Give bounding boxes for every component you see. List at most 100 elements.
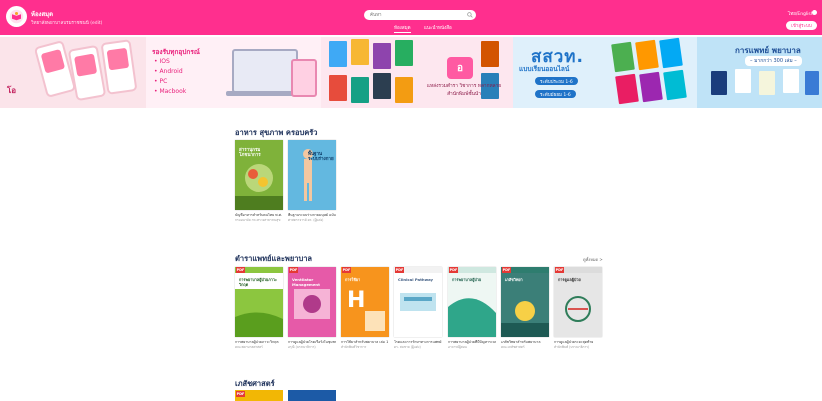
ipst-primary-pill: ระดับประถม 1-6 <box>535 77 578 85</box>
book-cover[interactable]: PDF <box>235 390 283 401</box>
publisher-logo-icon: อ <box>447 57 473 79</box>
book-title[interactable]: การดูแลผู้ป่วยโรคเรื้อรังในชุมชน <box>288 340 336 345</box>
phone-image <box>100 39 138 95</box>
book-cover-title: การใช้ยา <box>345 277 361 282</box>
book-cover[interactable]: สารานุกรมโภชนาการ <box>235 140 283 210</box>
banner-carousel[interactable]: โอ รองรับทุกอุปกรณ์ • IOS • Android • PC… <box>0 37 822 108</box>
book-thumb <box>659 37 683 69</box>
book-cover[interactable]: PDF การดูแลผู้ป่วย <box>554 267 602 337</box>
book-thumb <box>373 73 391 99</box>
book-title[interactable]: พื้นฐานระบบร่างกายมนุษย์ ฉบับปรับปรุงใหม… <box>288 213 336 218</box>
book-thumb <box>735 69 751 93</box>
nav-recommended[interactable]: แนะนำหนังสือ <box>424 24 452 31</box>
book-title[interactable]: บัญชีอาหารสำหรับคนไทย พ.ศ. 2564 <box>235 213 283 218</box>
book-title[interactable]: การพยาบาลผู้ป่วยภาวะวิกฤต <box>235 340 283 345</box>
book-title[interactable]: โรคและการรักษาทางการแพทย์ (SPT) 2 <box>394 340 442 345</box>
language-switch[interactable]: ไทย/English <box>788 10 814 17</box>
book-cover[interactable]: พื้นฐาน ระบบร่างกาย <box>288 140 336 210</box>
banner-slide-medical[interactable]: การแพทย์ พยาบาล – มากกว่า 300 เล่ม – <box>697 37 822 108</box>
banner-slide-app[interactable]: โอ <box>0 37 146 108</box>
book-cover-title: Clinical Pathway <box>398 277 434 282</box>
nav-library[interactable]: ห้องสมุด <box>394 24 411 33</box>
book-author: อาจารย์ผู้สอน <box>448 344 467 349</box>
book-card[interactable]: พื้นฐาน ระบบร่างกาย พื้นฐานระบบร่างกายมน… <box>288 140 336 222</box>
book-thumb <box>351 39 369 65</box>
device-item-android: • Android <box>154 68 183 75</box>
book-thumb <box>639 71 663 103</box>
device-item-ios: • IOS <box>154 58 170 65</box>
device-item-pc: • PC <box>154 78 168 85</box>
brand-subtitle: วิทยาลัยพยาบาลบรมราชชนนี (edit) <box>31 21 103 26</box>
section-title-medical-nursing: ตำราแพทย์และพยาบาล <box>235 254 313 263</box>
cover-art-icon <box>288 140 336 210</box>
search-icon[interactable] <box>467 12 473 18</box>
book-thumb <box>329 41 347 67</box>
device-item-macbook: • Macbook <box>154 88 187 95</box>
book-thumb <box>611 41 635 73</box>
pdf-badge: PDF <box>236 391 245 397</box>
laptop-image <box>232 49 298 93</box>
book-title[interactable]: การใช้ยาสำหรับพยาบาล เล่ม 1 <box>341 340 389 345</box>
book-thumb <box>481 41 499 67</box>
book-author: สำนักพิมพ์วิชาการ <box>341 344 367 349</box>
book-author: ศาสตราจารย์ ดร. (ผู้แต่ง) <box>288 217 324 222</box>
book-author: สำนักพิมพ์ (บรรณาธิการ) <box>554 344 590 349</box>
cover-art-icon <box>235 164 283 210</box>
book-cover[interactable]: PDF การพยาบาลผู้ป่วย <box>448 267 496 337</box>
banner-ipst-subtitle: แบบเรียนออนไลน์ <box>519 65 570 73</box>
book-cover[interactable] <box>288 390 336 401</box>
book-cover-title: เภสัชวิทยา <box>505 277 523 282</box>
book-thumb <box>635 39 659 71</box>
book-card[interactable]: PDF Ventilator Management การดูแลผู้ป่วย… <box>288 267 336 349</box>
book-card[interactable]: PDF การพยาบาลผู้ป่วย การพยาบาลผู้ป่วยที่… <box>448 267 496 349</box>
book-thumb <box>395 77 413 103</box>
book-cover[interactable]: PDF Clinical Pathway <box>394 267 442 337</box>
book-thumb <box>373 43 391 69</box>
book-cover-title: พื้นฐาน ระบบร่างกาย <box>308 152 334 162</box>
phone-image <box>67 44 107 102</box>
book-cover-title: การพยาบาลผู้ป่วย <box>452 277 482 282</box>
book-cover[interactable]: PDF เภสัชวิทยา <box>501 267 549 337</box>
brand-name: ห้องสมุด <box>31 11 54 18</box>
banner-slide-text: โอ <box>7 86 17 95</box>
book-card[interactable]: PDF เภสัชวิทยา เภสัชวิทยาสำหรับพยาบาล คณ… <box>501 267 549 349</box>
svg-text:H: H <box>347 288 365 313</box>
book-thumb <box>663 69 687 101</box>
book-author: ดร. สมชาย (ผู้แต่ง) <box>394 344 421 349</box>
see-all-link[interactable]: ดูทั้งหมด > <box>583 256 603 263</box>
book-card[interactable]: PDF H การใช้ยา การใช้ยาสำหรับพยาบาล เล่ม… <box>341 267 389 349</box>
book-cover[interactable]: PDF Ventilator Management <box>288 267 336 337</box>
banner-slide-devices[interactable]: รองรับทุกอุปกรณ์ • IOS • Android • PC • … <box>146 37 321 108</box>
login-button[interactable]: เข้าสู่ระบบ <box>786 21 817 30</box>
book-author: กรมอนามัย กระทรวงสาธารณสุข <box>235 217 281 222</box>
phone-image <box>33 40 77 98</box>
banner-slide-publishers[interactable]: อ แหล่งรวมตำรา วิชาการ หลากหลายสำนักพิมพ… <box>321 37 513 108</box>
section-title-pharmacy: เภสัชศาสตร์ <box>235 379 275 388</box>
book-author: คณะพยาบาลศาสตร์ <box>235 344 263 349</box>
book-thumb <box>759 71 775 95</box>
banner-slide-ipst[interactable]: สสวท. แบบเรียนออนไลน์ ระดับประถม 1-6 ระด… <box>513 37 697 108</box>
book-thumb <box>351 77 369 103</box>
book-card[interactable]: PDF Clinical Pathway โรคและการรักษาทางกา… <box>394 267 442 349</box>
top-bar: ห้องสมุด วิทยาลัยพยาบาลบรมราชชนนี (edit)… <box>0 0 822 35</box>
book-thumb <box>805 71 819 95</box>
book-thumb <box>329 75 347 101</box>
tablet-image <box>291 59 317 97</box>
book-thumb <box>711 71 727 95</box>
search-input[interactable] <box>364 10 476 20</box>
book-author: คณะเภสัชศาสตร์ <box>501 344 525 349</box>
book-title[interactable]: การพยาบาลผู้ป่วยที่มีปัญหาระบบทางเดินหาย… <box>448 340 496 345</box>
book-card[interactable]: PDF การพยาบาลผู้ป่วยภาวะวิกฤต การพยาบาลผ… <box>235 267 283 349</box>
book-card[interactable]: สารานุกรมโภชนาการ บัญชีอาหารสำหรับคนไทย … <box>235 140 283 222</box>
banner-medical-pill: – มากกว่า 300 เล่ม – <box>745 56 802 66</box>
book-card[interactable]: PDF การดูแลผู้ป่วย การดูแลผู้ป่วยระยะสุด… <box>554 267 602 349</box>
book-thumb <box>783 69 799 93</box>
banner-publishers-text: แหล่งรวมตำรา วิชาการ หลากหลายสำนักพิมพ์ช… <box>426 84 502 97</box>
book-cover[interactable]: PDF การพยาบาลผู้ป่วยภาวะวิกฤต <box>235 267 283 337</box>
book-cover[interactable]: PDF H การใช้ยา <box>341 267 389 337</box>
user-icon[interactable] <box>812 10 817 15</box>
book-cover-title: Ventilator Management <box>292 277 320 287</box>
logo[interactable] <box>6 6 27 27</box>
section-title-food-health: อาหาร สุขภาพ ครอบครัว <box>235 128 318 137</box>
book-thumb <box>615 73 639 105</box>
